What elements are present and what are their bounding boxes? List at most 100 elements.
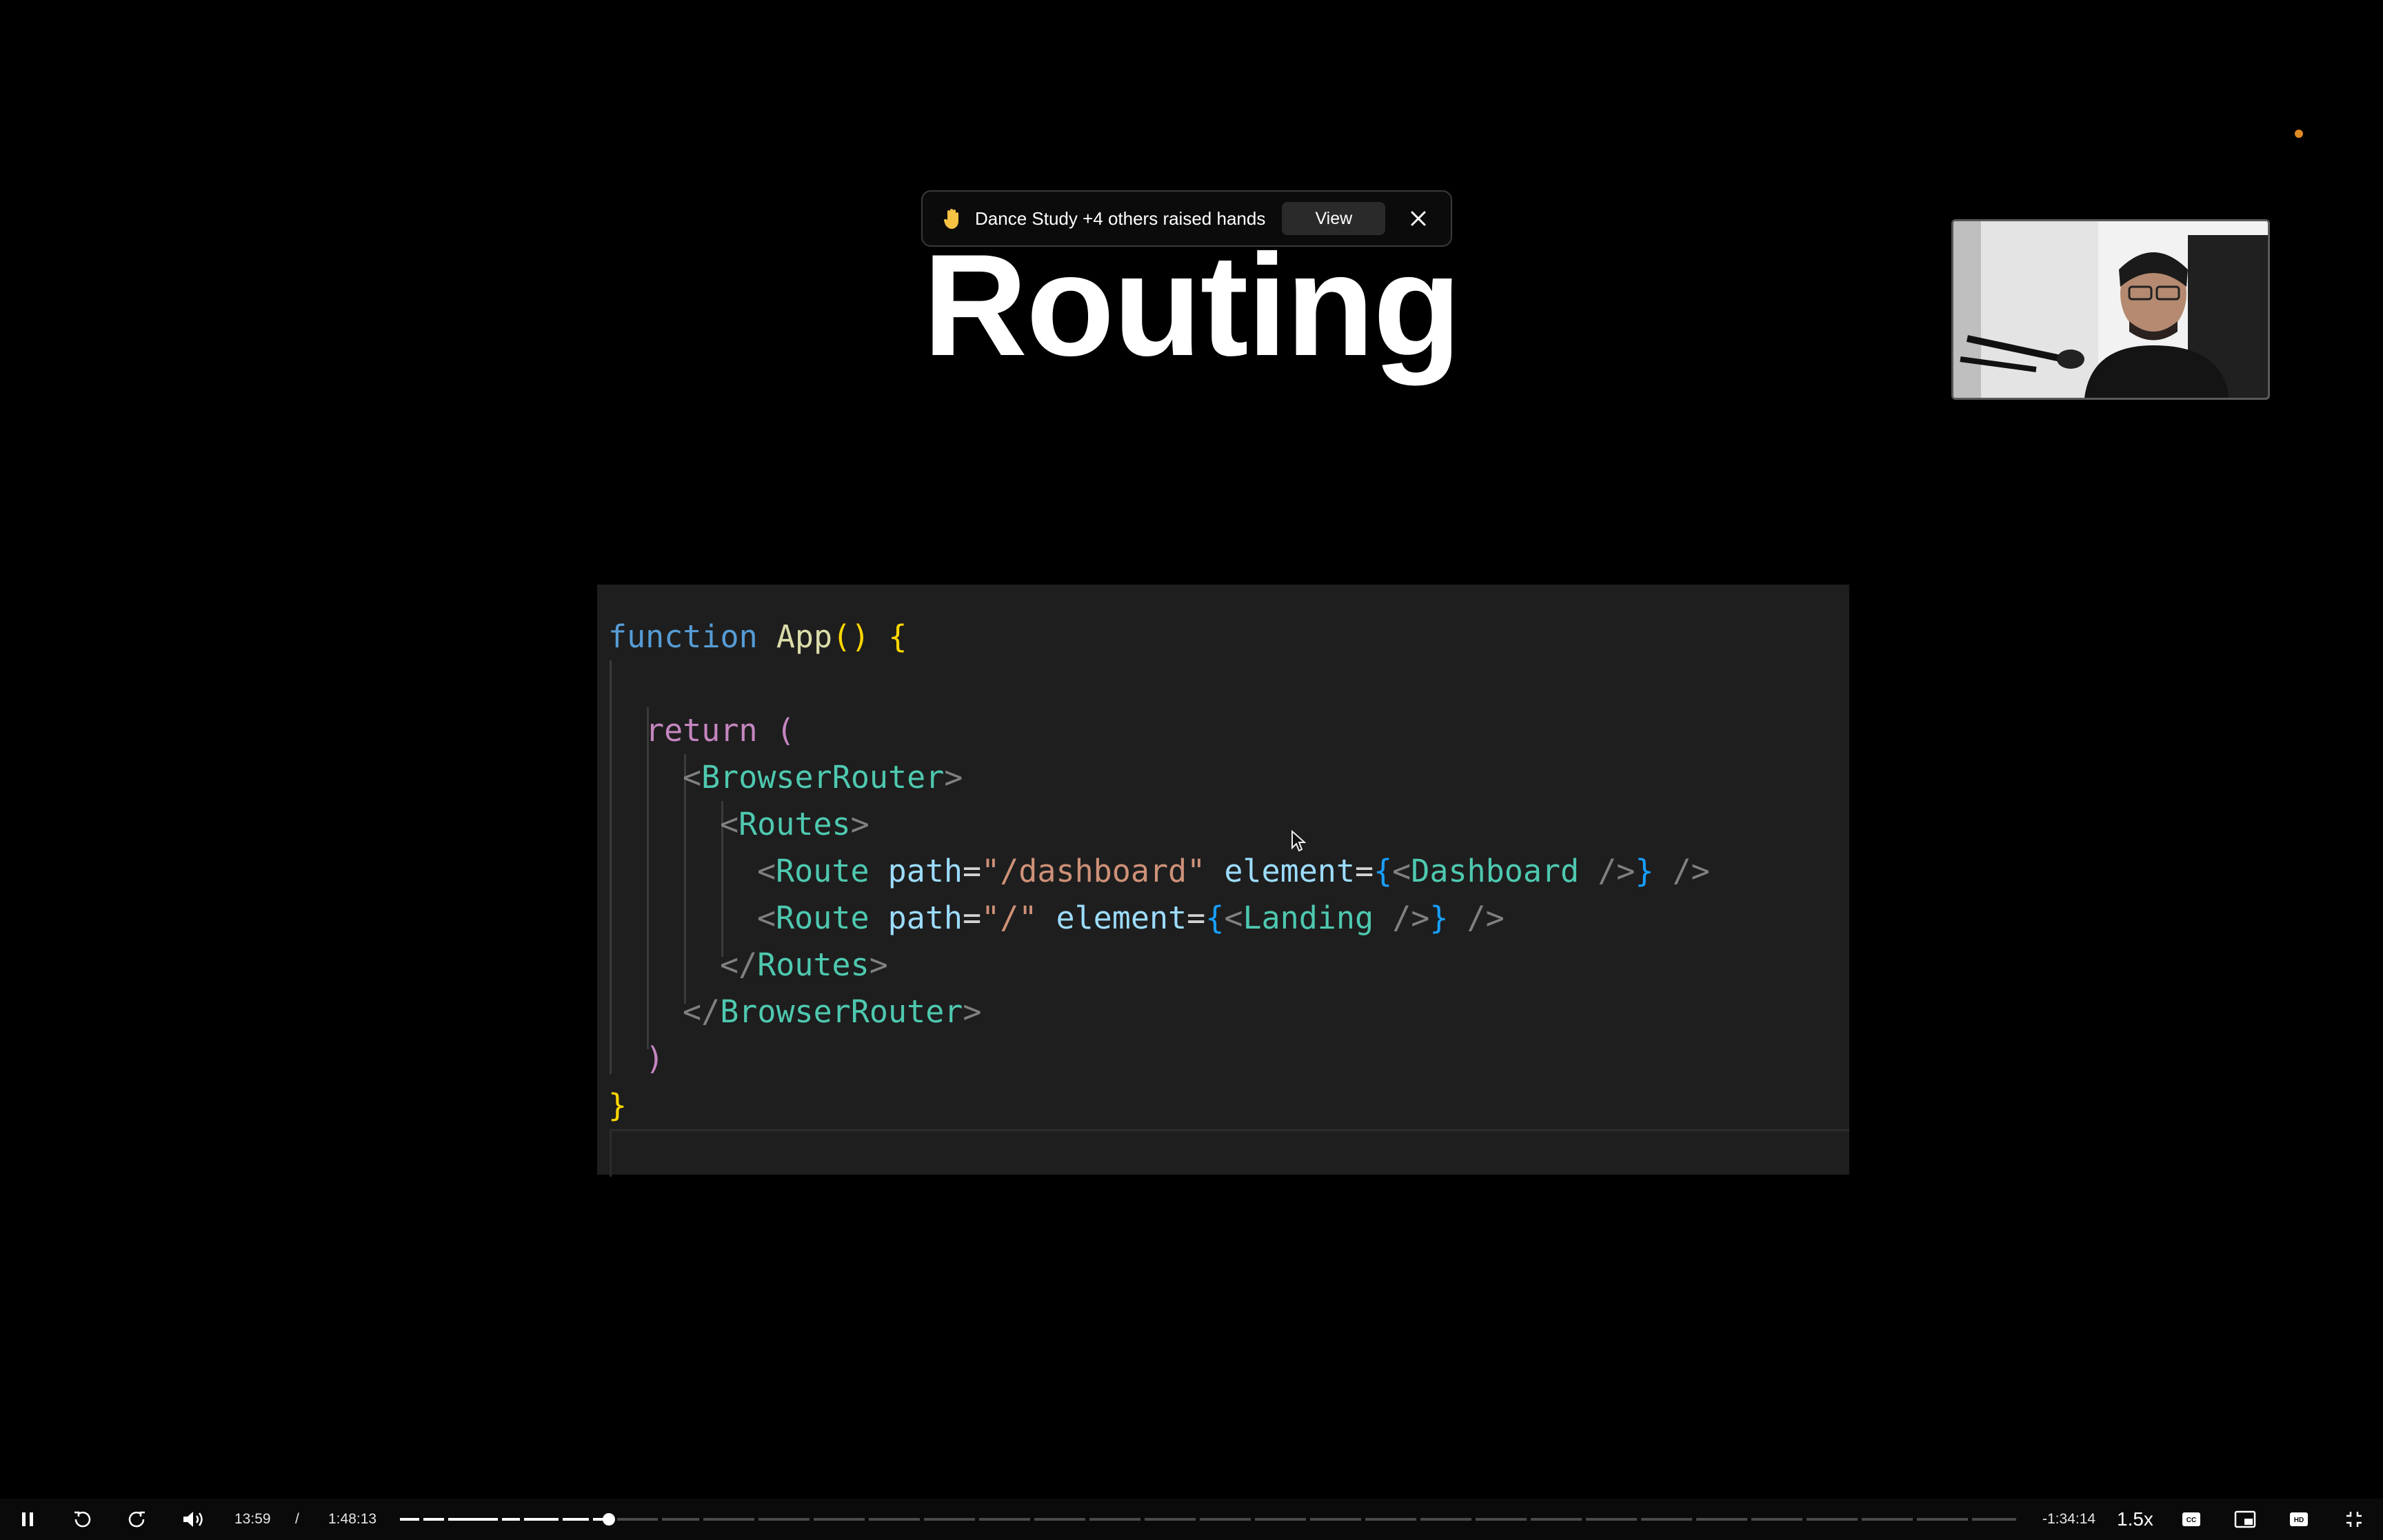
- seek-bar-segment[interactable]: [1862, 1518, 1913, 1521]
- seek-bar-segment[interactable]: [1365, 1518, 1416, 1521]
- code-token: Routes: [738, 806, 851, 842]
- code-line: return (: [608, 707, 1849, 754]
- code-token: Route: [776, 853, 888, 889]
- seek-bar-segment[interactable]: [448, 1518, 498, 1521]
- code-token: />: [1598, 853, 1636, 889]
- rewind-icon[interactable]: [69, 1499, 97, 1540]
- seek-bar-segment[interactable]: [1420, 1518, 1471, 1521]
- code-token: >: [869, 946, 888, 983]
- seek-bar-segment[interactable]: [1696, 1518, 1747, 1521]
- code-token: BrowserRouter: [720, 993, 963, 1030]
- code-token: return: [645, 712, 776, 749]
- time-separator: /: [295, 1511, 299, 1527]
- code-token: =: [1354, 853, 1374, 889]
- seek-bar-segment[interactable]: [1917, 1518, 1968, 1521]
- seek-bar-handle[interactable]: [603, 1513, 616, 1526]
- code-token: path: [887, 853, 963, 889]
- code-line: function App() {: [608, 614, 1849, 660]
- code-token: element: [1056, 900, 1187, 936]
- seek-bar-segment[interactable]: [869, 1518, 920, 1521]
- code-line: <Route path="/" element={<Landing />} />: [608, 895, 1849, 942]
- seek-bar-segment[interactable]: [924, 1518, 975, 1521]
- code-token: {: [1374, 853, 1393, 889]
- svg-text:CC: CC: [2186, 1517, 2196, 1524]
- seek-bar-segment[interactable]: [524, 1518, 559, 1521]
- playback-speed-button[interactable]: 1.5x: [2117, 1499, 2153, 1540]
- exit-fullscreen-icon[interactable]: [2340, 1499, 2368, 1540]
- seek-bar-segment[interactable]: [1034, 1518, 1085, 1521]
- code-line: <BrowserRouter>: [608, 754, 1849, 801]
- presenter-video[interactable]: [1951, 219, 2270, 400]
- code-footer: [610, 1129, 1849, 1177]
- code-line: <Route path="/dashboard" element={<Dashb…: [608, 848, 1849, 895]
- code-token: }: [608, 1087, 627, 1124]
- code-token: <: [1392, 853, 1411, 889]
- seek-bar-segment[interactable]: [1145, 1518, 1196, 1521]
- code-token: >: [963, 993, 982, 1030]
- svg-text:HD: HD: [2294, 1517, 2304, 1524]
- code-token: "/dashboard": [981, 853, 1206, 889]
- code-token: <: [1224, 900, 1243, 936]
- seek-bar-segment[interactable]: [979, 1518, 1030, 1521]
- seek-bar-segment[interactable]: [400, 1518, 419, 1521]
- code-token: }: [1635, 853, 1654, 889]
- captions-icon[interactable]: CC: [2178, 1499, 2205, 1540]
- code-token: <: [757, 900, 776, 936]
- hd-icon[interactable]: HD: [2285, 1499, 2313, 1540]
- video-player-controls: 13:59 / 1:48:13 -1:34:14 1.5x CC HD: [0, 1499, 2383, 1540]
- code-token: }: [1429, 900, 1449, 936]
- seek-bar[interactable]: [400, 1513, 2020, 1526]
- code-token: </: [720, 946, 758, 983]
- code-token: ): [645, 1040, 665, 1077]
- seek-bar-segment[interactable]: [1751, 1518, 1802, 1521]
- code-token: =: [963, 853, 982, 889]
- seek-bar-segment[interactable]: [563, 1518, 589, 1521]
- code-token: Dashboard: [1411, 853, 1598, 889]
- code-token: />: [1448, 900, 1505, 936]
- code-token: function: [608, 618, 776, 655]
- remaining-time: -1:34:14: [2042, 1511, 2096, 1527]
- seek-bar-segment[interactable]: [1476, 1518, 1527, 1521]
- mouse-cursor-icon: [1291, 829, 1307, 857]
- picture-in-picture-icon[interactable]: [2231, 1499, 2259, 1540]
- seek-bar-segment[interactable]: [1200, 1518, 1251, 1521]
- forward-icon[interactable]: [123, 1499, 150, 1540]
- code-token: <: [683, 759, 702, 796]
- code-line: }: [608, 1082, 1849, 1129]
- code-snippet: function App() {return (<BrowserRouter> <…: [597, 585, 1849, 1177]
- code-token: />: [1653, 853, 1710, 889]
- seek-bar-segment[interactable]: [1255, 1518, 1306, 1521]
- seek-bar-segment[interactable]: [1972, 1518, 2016, 1521]
- code-token: element: [1224, 853, 1355, 889]
- seek-bar-segment[interactable]: [617, 1518, 658, 1521]
- code-token: "/": [981, 900, 1038, 936]
- seek-bar-segment[interactable]: [423, 1518, 444, 1521]
- code-token: path: [887, 900, 963, 936]
- current-time: 13:59: [234, 1511, 271, 1527]
- seek-bar-segment[interactable]: [1586, 1518, 1637, 1521]
- seek-bar-segment[interactable]: [814, 1518, 865, 1521]
- seek-bar-segment[interactable]: [1531, 1518, 1582, 1521]
- seek-bar-segment[interactable]: [1641, 1518, 1692, 1521]
- seek-bar-segment[interactable]: [703, 1518, 754, 1521]
- code-line: <Routes>: [608, 801, 1849, 848]
- seek-bar-segment[interactable]: [1089, 1518, 1140, 1521]
- seek-bar-segment[interactable]: [1310, 1518, 1361, 1521]
- code-token: () {: [832, 618, 907, 655]
- seek-bar-segment[interactable]: [502, 1518, 520, 1521]
- pause-icon[interactable]: [14, 1499, 41, 1540]
- code-token: Route: [776, 900, 888, 936]
- seek-bar-segment[interactable]: [1807, 1518, 1858, 1521]
- code-token: (: [776, 712, 795, 749]
- seek-bar-segment[interactable]: [758, 1518, 810, 1521]
- code-token: =: [963, 900, 982, 936]
- code-token: <: [757, 853, 776, 889]
- total-duration: 1:48:13: [328, 1511, 377, 1527]
- code-token: <: [720, 806, 739, 842]
- code-token: </: [683, 993, 721, 1030]
- volume-icon[interactable]: [178, 1499, 208, 1540]
- seek-bar-segment[interactable]: [662, 1518, 699, 1521]
